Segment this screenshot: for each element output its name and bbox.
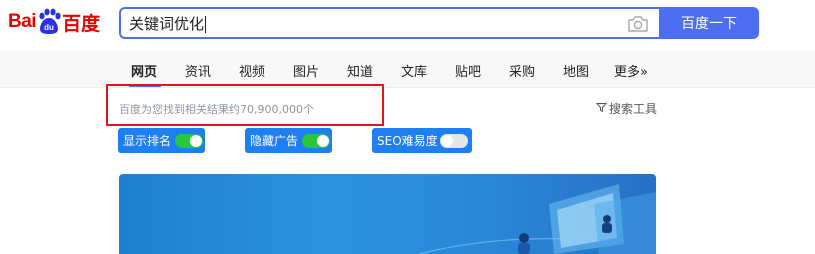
header: Bai du 百度 关键词优化 百度一下 xyxy=(0,0,815,50)
tab-tieba[interactable]: 贴吧 xyxy=(455,61,481,80)
banner-image[interactable] xyxy=(119,174,656,254)
toggle-seo-difficulty[interactable]: SEO难易度 xyxy=(372,128,472,153)
filter-icon xyxy=(595,102,608,116)
toggle-hide-ads[interactable]: 隐藏广告 xyxy=(245,128,332,153)
tab-zhidao[interactable]: 知道 xyxy=(347,61,373,80)
search-button[interactable]: 百度一下 xyxy=(659,7,759,39)
toggle-label: 隐藏广告 xyxy=(250,134,299,148)
baidu-logo[interactable]: Bai du 百度 xyxy=(8,4,112,40)
svg-text:du: du xyxy=(44,23,54,32)
logo-text-bai: Bai xyxy=(8,11,37,32)
tab-images[interactable]: 图片 xyxy=(293,61,319,80)
toggle-switch-on[interactable] xyxy=(302,134,330,148)
toggle-show-rank[interactable]: 显示排名 xyxy=(118,128,205,153)
toggle-label: SEO难易度 xyxy=(377,134,438,148)
paw-icon: du xyxy=(37,8,61,36)
tab-more[interactable]: 更多» xyxy=(614,61,648,80)
result-count: 百度为您找到相关结果约70,900,000个 xyxy=(119,103,314,116)
toggle-label: 显示排名 xyxy=(123,134,172,148)
banner-illustration xyxy=(418,184,656,254)
tab-map[interactable]: 地图 xyxy=(563,61,589,80)
toggle-switch-on[interactable] xyxy=(175,134,203,148)
tab-wenku[interactable]: 文库 xyxy=(401,61,427,80)
tabs-bar: 网页 资讯 视频 图片 知道 文库 贴吧 采购 地图 更多» xyxy=(0,50,815,88)
search-tools-label: 搜索工具 xyxy=(609,102,658,116)
tab-web[interactable]: 网页 xyxy=(131,61,157,80)
toggle-switch-off[interactable] xyxy=(440,134,468,148)
logo-text-baidu: 百度 xyxy=(62,12,101,35)
search-tools-button[interactable]: 搜索工具 xyxy=(595,100,658,117)
camera-icon[interactable] xyxy=(627,15,649,33)
tab-video[interactable]: 视频 xyxy=(239,61,265,80)
search-input[interactable]: 关键词优化 xyxy=(129,13,207,34)
tab-procurement[interactable]: 采购 xyxy=(509,61,535,80)
search-box[interactable]: 关键词优化 xyxy=(119,7,659,39)
tab-news[interactable]: 资讯 xyxy=(185,61,211,80)
